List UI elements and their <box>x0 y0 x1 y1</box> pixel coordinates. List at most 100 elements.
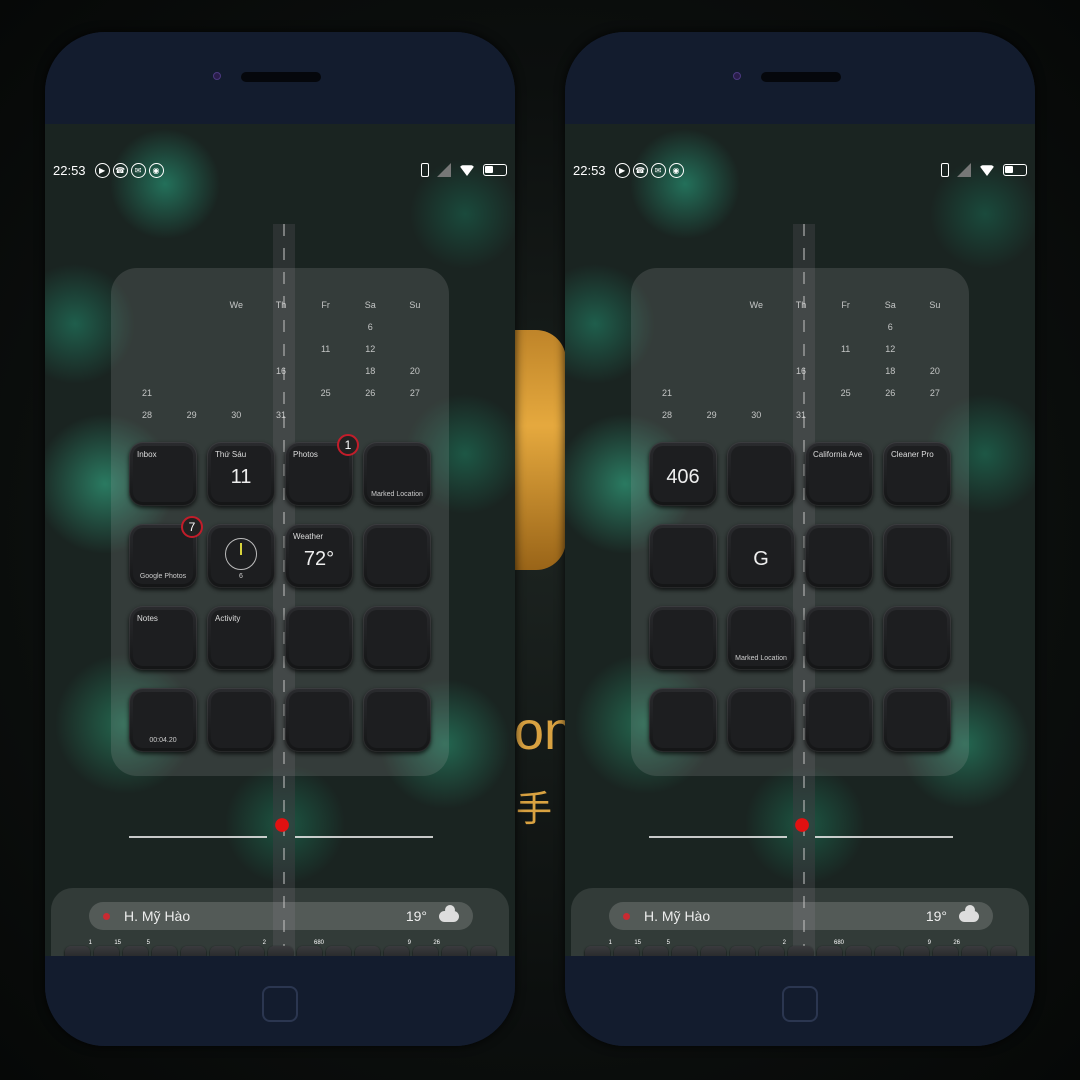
gauge-app[interactable] <box>883 606 951 670</box>
app-grid: 406 California Ave Cleaner Pro G Marked … <box>649 442 953 752</box>
settings-app[interactable] <box>727 442 795 506</box>
home-button[interactable] <box>782 986 818 1022</box>
location-app[interactable]: Marked Location <box>363 442 431 506</box>
dock-app[interactable] <box>962 946 987 956</box>
dock-app[interactable]: 680 <box>297 940 324 956</box>
files-app[interactable] <box>649 524 717 588</box>
earpiece-speaker <box>761 72 841 82</box>
dock-app[interactable]: 15 <box>614 940 641 956</box>
cloud-app[interactable] <box>727 688 795 752</box>
calendar-row: 21 25 26 27 <box>661 388 940 398</box>
dock-app[interactable]: 26 <box>413 940 440 956</box>
maps-app[interactable] <box>207 688 275 752</box>
signal-icon <box>957 163 971 177</box>
calendar-widget[interactable]: We Th Fr Sa Su 6 11 12 16 18 20 21 25 26… <box>651 294 951 426</box>
google-photos-app[interactable]: Google Photos 7 <box>129 516 203 588</box>
notes-app[interactable]: Notes <box>129 606 197 670</box>
camera-app[interactable] <box>805 524 873 588</box>
background-apple-logo <box>514 330 566 570</box>
dock-app[interactable] <box>471 946 496 956</box>
background-cjk-text: 手 <box>516 789 553 830</box>
cleaner-pro-app[interactable]: Cleaner Pro <box>883 442 951 506</box>
status-time: 22:53 <box>573 162 606 178</box>
dock-app[interactable]: 9 <box>904 940 931 956</box>
phone-notification-icon: ☎ <box>112 162 128 178</box>
dock-app[interactable]: 5 <box>123 940 150 956</box>
camera-notification-icon: ◉ <box>148 162 164 178</box>
dock-app[interactable] <box>326 946 351 956</box>
dock-app[interactable] <box>442 946 467 956</box>
square-app[interactable] <box>649 606 717 670</box>
dock-app[interactable]: 26 <box>933 940 960 956</box>
dock-app[interactable] <box>355 946 380 956</box>
calendar-app[interactable]: Thứ Sáu 11 <box>207 442 275 506</box>
notification-badge: 1 <box>337 434 359 456</box>
dock-app[interactable]: 15 <box>94 940 121 956</box>
phone-app[interactable] <box>363 606 431 670</box>
split-app[interactable] <box>883 688 951 752</box>
calendar-row: 16 18 20 <box>795 366 940 376</box>
calendar-header-row: We Th Fr Sa Su <box>229 300 421 310</box>
dock-app[interactable] <box>875 946 900 956</box>
dark-app[interactable] <box>805 606 873 670</box>
app-folder[interactable]: We Th Fr Sa Su 6 11 12 16 18 20 21 25 26… <box>631 268 969 776</box>
dock-app[interactable] <box>788 946 813 956</box>
dock-app[interactable] <box>701 946 726 956</box>
phone-notification-icon: ☎ <box>632 162 648 178</box>
message-notification-icon: ✉ <box>130 162 146 178</box>
app-folder[interactable]: We Th Fr Sa Su 6 11 12 16 18 20 21 25 26… <box>111 268 449 776</box>
top-bezel <box>565 32 1035 124</box>
weather-app[interactable]: Weather 72° <box>285 524 353 588</box>
weather-bar[interactable]: H. Mỹ Hào 19° <box>609 902 993 930</box>
dock-app[interactable]: 9 <box>384 940 411 956</box>
cloud-icon <box>959 904 979 922</box>
calendar-header-row: We Th Fr Sa Su <box>749 300 941 310</box>
dock-app[interactable] <box>730 946 755 956</box>
home-button[interactable] <box>262 986 298 1022</box>
location-app[interactable]: Marked Location <box>727 606 795 670</box>
apple-logo-icon: ● <box>272 805 292 841</box>
dock-app[interactable] <box>152 946 177 956</box>
weather-bar[interactable]: H. Mỹ Hào 19° <box>89 902 473 930</box>
dock-app[interactable]: 2 <box>759 940 786 956</box>
dock-app[interactable]: 5 <box>643 940 670 956</box>
photos-app[interactable]: Photos 1 <box>285 434 359 506</box>
dock-app[interactable]: 2 <box>239 940 266 956</box>
home-screen: 22:53 ▶ ☎ ✉ ◉ We Th Fr Sa Su 6 11 12 16 … <box>45 124 515 956</box>
task-manager-app[interactable] <box>805 688 873 752</box>
weather-temp: 19° <box>405 908 427 924</box>
dock-app[interactable] <box>672 946 697 956</box>
xbox-app[interactable] <box>285 688 353 752</box>
dock-app[interactable] <box>268 946 293 956</box>
calendar-row: 28 29 30 31 <box>141 410 286 420</box>
wallet-app[interactable] <box>363 524 431 588</box>
dock-app[interactable]: 680 <box>817 940 844 956</box>
control-center-app[interactable] <box>285 606 353 670</box>
calendar-row: 16 18 20 <box>275 366 420 376</box>
inbox-app[interactable]: Inbox <box>129 442 197 506</box>
camera-notification-icon: ◉ <box>668 162 684 178</box>
dock-app[interactable] <box>846 946 871 956</box>
activity-app[interactable]: Activity <box>207 606 275 670</box>
calculator-app[interactable]: 406 <box>649 442 717 506</box>
phone-right: 22:53 ▶ ☎ ✉ ◉ We Th Fr Sa Su 6 11 12 16 … <box>565 32 1035 1046</box>
dock-app[interactable] <box>210 946 235 956</box>
tools-app[interactable] <box>883 524 951 588</box>
navigation-app[interactable]: California Ave <box>805 442 873 506</box>
notification-badge: 7 <box>181 516 203 538</box>
network-app[interactable] <box>649 688 717 752</box>
music-app[interactable] <box>363 688 431 752</box>
calendar-row: 11 12 <box>840 344 896 354</box>
voice-memos-app[interactable]: 00:04.20 <box>129 688 197 752</box>
dock-app[interactable]: 1 <box>585 940 612 956</box>
dock-app[interactable] <box>991 946 1016 956</box>
dock-app[interactable]: 1 <box>65 940 92 956</box>
battery-icon <box>1003 164 1027 176</box>
clock-dial-icon <box>225 538 257 570</box>
phone-left: 22:53 ▶ ☎ ✉ ◉ We Th Fr Sa Su 6 11 12 16 … <box>45 32 515 1046</box>
google-translate-app[interactable]: G <box>727 524 795 588</box>
clock-app[interactable]: 6 <box>207 524 275 588</box>
dock-app[interactable] <box>181 946 206 956</box>
calendar-widget[interactable]: We Th Fr Sa Su 6 11 12 16 18 20 21 25 26… <box>131 294 431 426</box>
home-screen: 22:53 ▶ ☎ ✉ ◉ We Th Fr Sa Su 6 11 12 16 … <box>565 124 1035 956</box>
